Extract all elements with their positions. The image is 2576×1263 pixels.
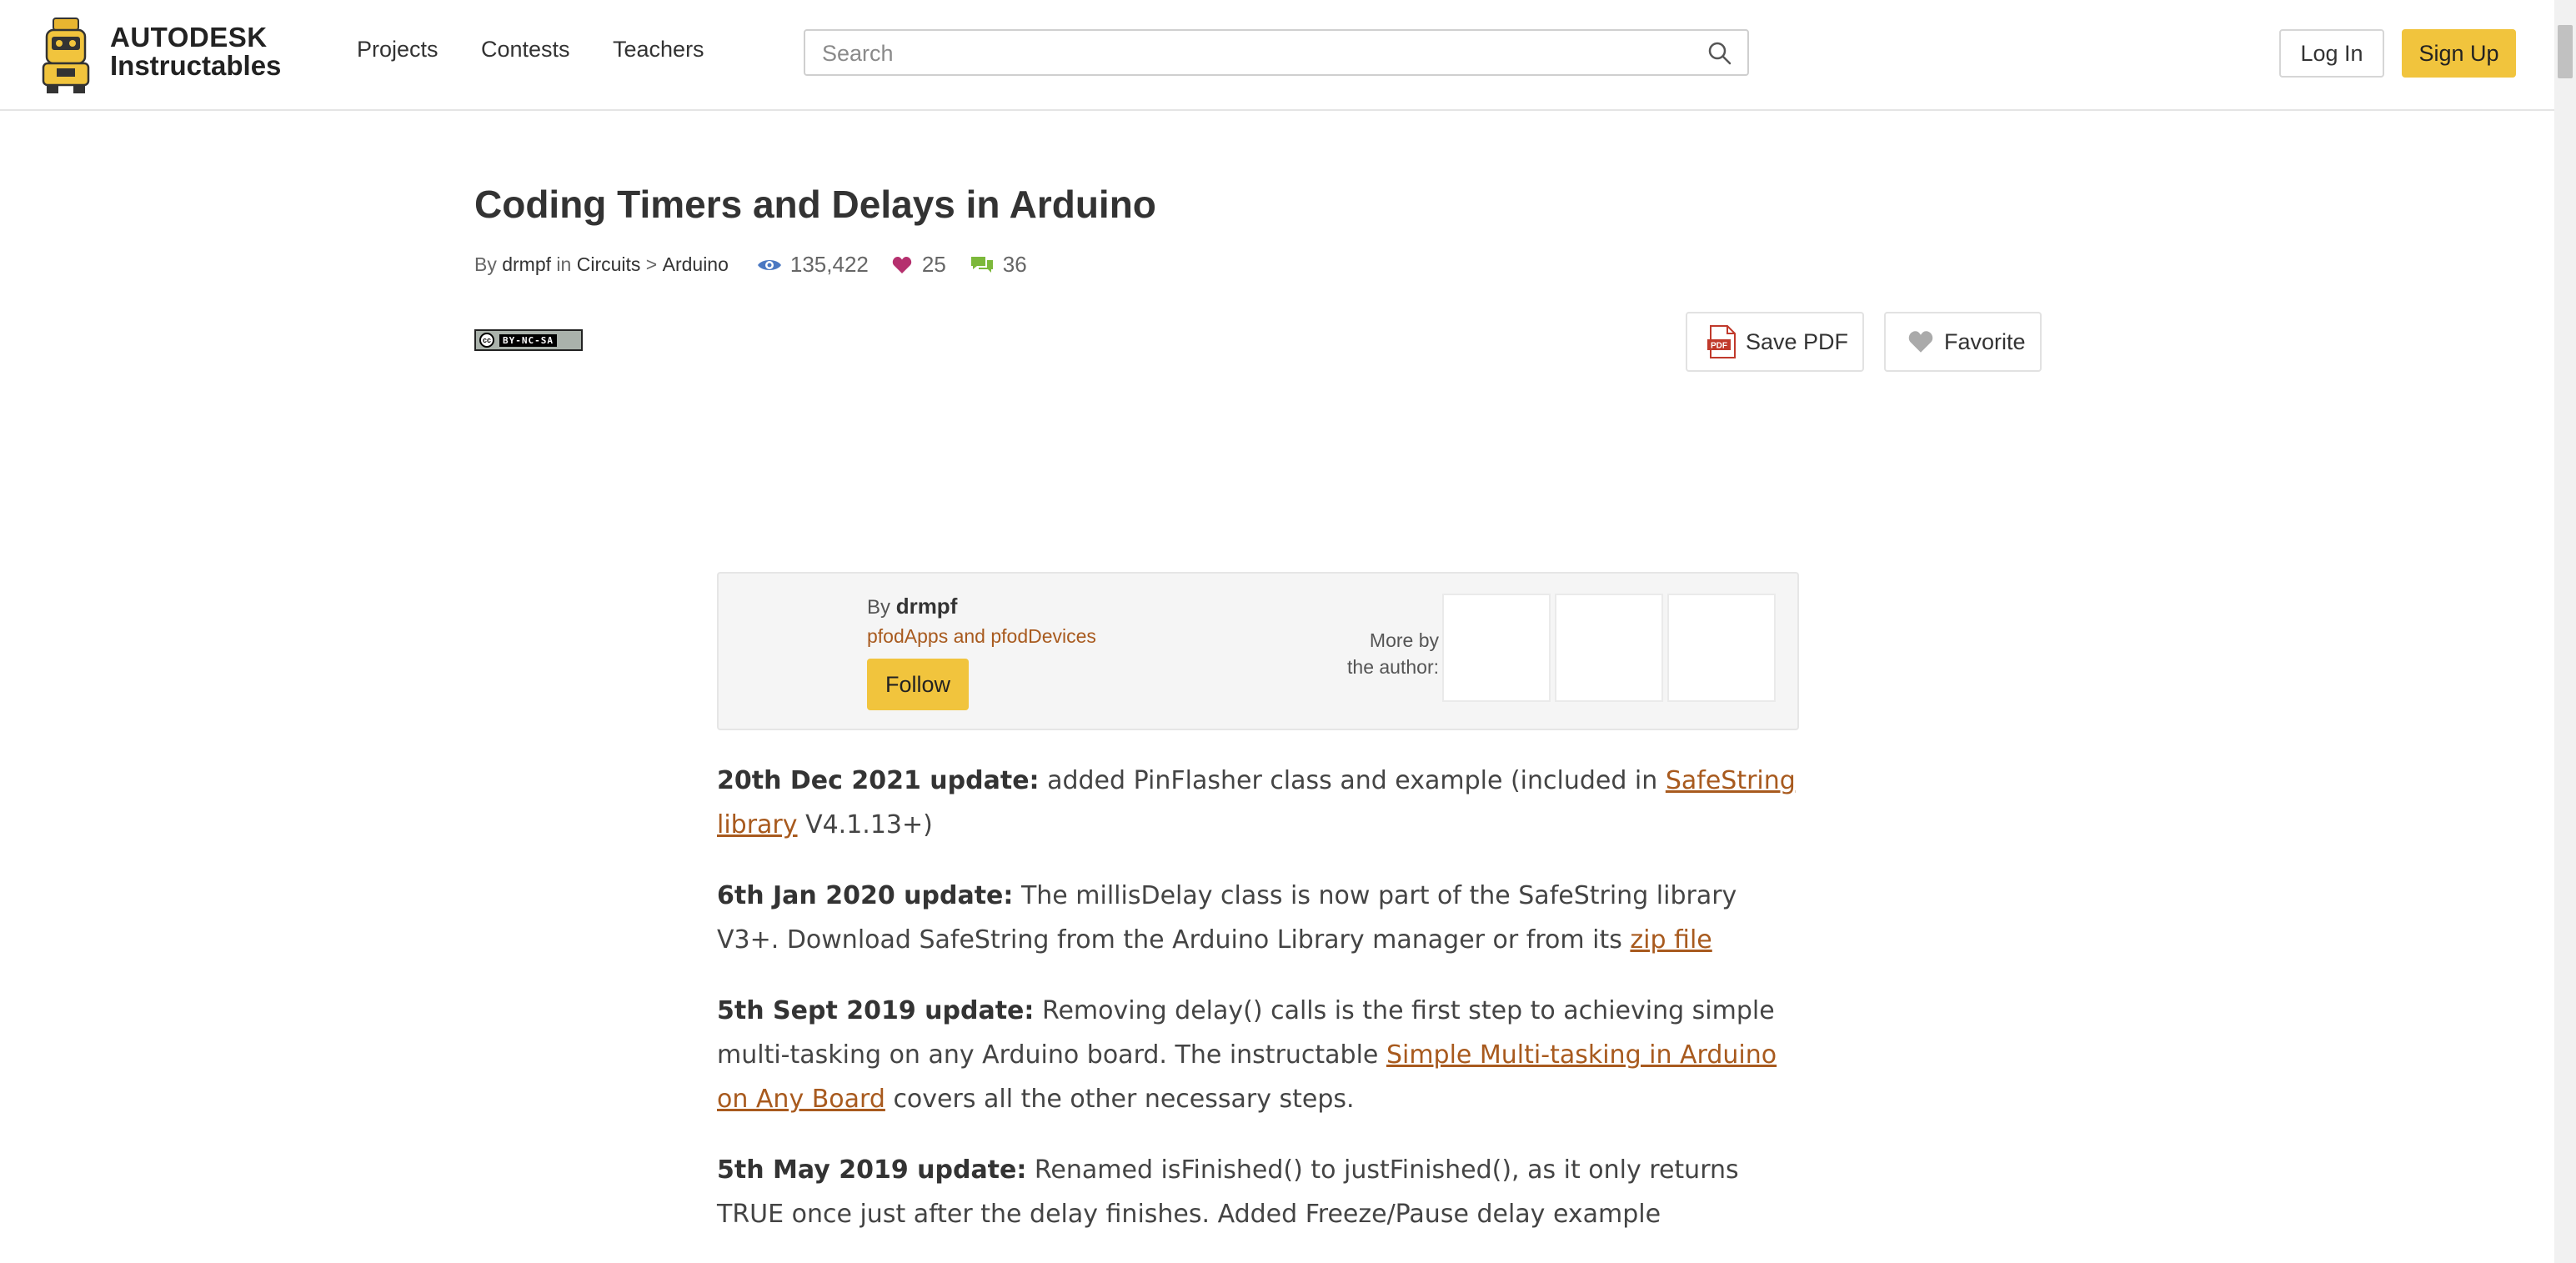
category-link[interactable]: Circuits: [577, 253, 641, 276]
comments-count: 36: [970, 252, 1027, 278]
author-byline: By drmpf: [867, 594, 957, 619]
more-by-author-label: More by the author:: [1327, 627, 1439, 680]
license-text: BY-NC-SA: [499, 333, 557, 347]
author-subtitle[interactable]: pfodApps and pfodDevices: [867, 625, 1096, 648]
update-date: 5th Sept 2019 update:: [717, 996, 1035, 1025]
save-pdf-button[interactable]: PDF Save PDF: [1686, 312, 1864, 372]
update-text: covers all the other necessary steps.: [885, 1085, 1355, 1114]
site-logo[interactable]: AUTODESK Instructables: [35, 12, 285, 95]
save-pdf-label: Save PDF: [1746, 328, 1849, 354]
update-date: 20th Dec 2021 update:: [717, 766, 1040, 795]
update-paragraph: 5th Sept 2019 update: Removing delay() c…: [717, 989, 1801, 1121]
eye-icon: [757, 259, 781, 270]
signup-button[interactable]: Sign Up: [2402, 29, 2516, 78]
nav-projects[interactable]: Projects: [357, 37, 439, 63]
favorite-label: Favorite: [1944, 328, 2026, 354]
page-title: Coding Timers and Delays in Arduino: [474, 183, 1156, 226]
logo-line-1: AUTODESK: [110, 22, 268, 53]
comments-value: 36: [1002, 252, 1027, 277]
nav-contests[interactable]: Contests: [481, 37, 570, 63]
update-paragraph: 20th Dec 2021 update: added PinFlasher c…: [717, 759, 1801, 847]
author-name[interactable]: drmpf: [896, 594, 958, 619]
author-project-thumbnail[interactable]: [1667, 594, 1776, 702]
views-value: 135,422: [789, 252, 869, 277]
update-paragraph: 6th Jan 2020 update: The millisDelay cla…: [717, 874, 1801, 962]
svg-text:PDF: PDF: [1711, 342, 1727, 351]
article-meta: By drmpf in Circuits > Arduino 135,422 2…: [474, 252, 1027, 278]
nav-teachers[interactable]: Teachers: [613, 37, 704, 63]
heart-outline-icon: [1908, 331, 1933, 353]
author-link[interactable]: drmpf: [502, 253, 551, 276]
search-bar: [804, 29, 1749, 76]
subcategory-link[interactable]: Arduino: [663, 253, 729, 276]
more-by-line-1: More by: [1369, 629, 1439, 651]
pdf-icon: PDF: [1707, 325, 1736, 358]
more-by-line-2: the author:: [1347, 656, 1439, 678]
cc-icon: cc: [479, 333, 494, 348]
article-body: 20th Dec 2021 update: added PinFlasher c…: [717, 759, 1801, 1263]
update-paragraph: 5th May 2019 update: Renamed isFinished(…: [717, 1148, 1801, 1236]
favorite-button[interactable]: Favorite: [1884, 312, 2042, 372]
author-project-thumbnail[interactable]: [1555, 594, 1663, 702]
follow-button[interactable]: Follow: [867, 659, 969, 710]
update-text: added PinFlasher class and example (incl…: [1039, 766, 1666, 795]
update-date: 6th Jan 2020 update:: [717, 881, 1014, 910]
author-box: By drmpf pfodApps and pfodDevices Follow…: [717, 572, 1799, 730]
login-button[interactable]: Log In: [2279, 29, 2384, 78]
author-by-label: By: [867, 596, 891, 619]
site-header: AUTODESK Instructables Projects Contests…: [0, 0, 2554, 111]
in-label: in: [556, 253, 572, 275]
by-label: By: [474, 253, 497, 275]
breadcrumb-separator: >: [645, 253, 658, 275]
comment-icon: [970, 256, 993, 273]
heart-icon: [892, 256, 912, 273]
zip-file-link[interactable]: zip file: [1630, 925, 1711, 955]
update-date: 5th May 2019 update:: [717, 1155, 1027, 1185]
page-scrollbar[interactable]: [2554, 0, 2576, 1263]
author-project-thumbnail[interactable]: [1442, 594, 1551, 702]
views-count: 135,422: [757, 252, 869, 278]
logo-line-2: Instructables: [110, 50, 282, 81]
search-input[interactable]: [820, 38, 1674, 69]
scrollbar-thumb[interactable]: [2558, 25, 2573, 78]
update-text: V4.1.13+): [797, 810, 933, 839]
favorites-count: 25: [892, 252, 946, 278]
license-badge[interactable]: cc BY-NC-SA: [474, 329, 583, 351]
robot-logo-icon: [42, 18, 90, 93]
favorites-value: 25: [921, 252, 946, 277]
search-icon[interactable]: [1707, 41, 1732, 70]
logo-text: AUTODESK Instructables: [110, 23, 281, 80]
